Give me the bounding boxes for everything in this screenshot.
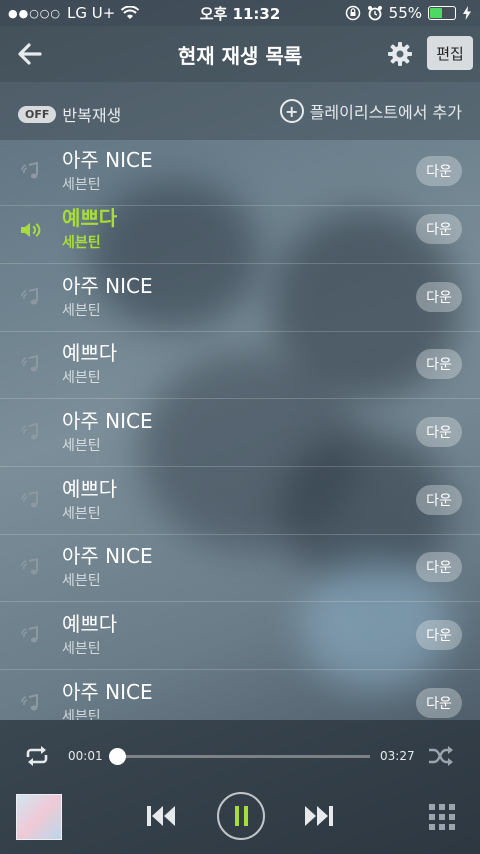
track-title: 아주 NICE [62, 680, 153, 704]
track-state-indicator [20, 557, 42, 578]
download-button[interactable]: 다운 [416, 485, 462, 515]
shuffle-button[interactable] [428, 745, 454, 767]
battery-percent: 55% [388, 4, 422, 22]
track-row[interactable]: 예쁘다세븐틴 다운 [0, 331, 480, 399]
options-bar: OFF 반복재생 + 플레이리스트에서 추가 [0, 82, 480, 140]
add-from-playlist-button[interactable]: + 플레이리스트에서 추가 [279, 99, 462, 123]
edit-button[interactable]: 편집 [427, 36, 473, 70]
track-title: 예쁘다 [62, 477, 118, 501]
download-button[interactable]: 다운 [416, 214, 462, 244]
track-state-indicator [20, 422, 42, 443]
album-art-thumbnail[interactable] [16, 794, 62, 840]
pause-icon [234, 806, 239, 826]
music-note-icon [21, 490, 38, 508]
track-state-indicator [20, 625, 42, 646]
track-row[interactable]: 예쁘다세븐틴 다운 [0, 196, 480, 264]
track-artist: 세븐틴 [62, 438, 101, 454]
track-state-indicator [20, 693, 42, 714]
player-bar: 00:01 03:27 [0, 720, 480, 854]
progress-knob[interactable] [109, 748, 127, 765]
music-note-icon [21, 422, 38, 440]
music-note-icon [21, 287, 38, 305]
track-artist: 세븐틴 [62, 641, 101, 657]
status-bar: ●●○○○ LG U+ 오후 11:32 55% [0, 0, 480, 26]
battery-icon [428, 6, 456, 20]
previous-button[interactable] [144, 800, 178, 832]
add-playlist-label: 플레이리스트에서 추가 [309, 103, 462, 122]
track-artist: 세븐틴 [62, 709, 101, 720]
track-title: 아주 NICE [62, 148, 153, 172]
battery-fill [430, 8, 443, 18]
track-row[interactable]: 아주 NICE 세븐틴 다운 [0, 264, 480, 332]
grid-menu-icon [429, 804, 455, 830]
settings-button[interactable] [384, 38, 416, 70]
track-title: 예쁘다 [62, 341, 118, 365]
track-artist: 세븐틴 [62, 573, 101, 589]
track-artist: 세븐틴 [62, 370, 101, 386]
download-button[interactable]: 다운 [416, 417, 462, 447]
download-button[interactable]: 다운 [416, 156, 462, 186]
pause-button[interactable] [217, 792, 265, 840]
track-artist: 세븐틴 [62, 235, 101, 251]
download-button[interactable]: 다운 [416, 349, 462, 379]
track-title: 예쁘다 [62, 612, 118, 636]
repeat-label: 반복재생 [62, 106, 122, 125]
rotation-lock-icon [345, 5, 360, 21]
alarm-icon [367, 6, 382, 21]
track-title: 아주 NICE [62, 544, 153, 568]
total-time: 03:27 [380, 749, 415, 763]
progress-bar[interactable] [109, 748, 370, 765]
status-right: 55% [345, 4, 472, 22]
current-time: 00:01 [68, 749, 103, 763]
repeat-icon [26, 746, 48, 766]
track-state-indicator [20, 161, 42, 182]
track-title: 예쁘다 [62, 206, 118, 230]
music-note-icon [21, 557, 38, 575]
track-row[interactable]: 예쁘다세븐틴 다운 [0, 602, 480, 670]
download-button[interactable]: 다운 [416, 688, 462, 718]
repeat-button[interactable] [22, 744, 52, 768]
gear-icon [388, 42, 412, 66]
track-state-indicator [20, 490, 42, 511]
next-button[interactable] [302, 800, 336, 832]
download-button[interactable]: 다운 [416, 552, 462, 582]
track-state-indicator [20, 354, 42, 375]
plus-circle-icon: + [279, 99, 304, 123]
skip-next-icon [305, 806, 333, 826]
track-row[interactable]: 아주 NICE 세븐틴 다운 [0, 399, 480, 467]
track-row[interactable]: 예쁘다세븐틴 다운 [0, 467, 480, 535]
track-artist: 세븐틴 [62, 303, 101, 319]
skip-previous-icon [147, 806, 175, 826]
track-list[interactable]: 아주 NICE 세븐틴 다운 예쁘다 세븐틴 다운 아주 NICE 세븐틴 다운 예쁘다 세븐틴 다운… [0, 140, 480, 720]
track-row[interactable]: 아주 NICE 세븐틴 다운 [0, 534, 480, 602]
music-note-icon [21, 161, 38, 179]
charging-icon [463, 6, 471, 20]
track-title: 아주 NICE [62, 409, 153, 433]
track-state-indicator [20, 287, 42, 308]
pause-icon [243, 806, 248, 826]
download-button[interactable]: 다운 [416, 282, 462, 312]
track-artist: 세븐틴 [62, 506, 101, 522]
music-note-icon [21, 354, 38, 372]
menu-grid-button[interactable] [428, 803, 456, 831]
repeat-toggle[interactable]: OFF 반복재생 [18, 102, 121, 126]
header-bar: 현재 재생 목록 편집 [0, 26, 480, 82]
repeat-state-pill: OFF [18, 105, 57, 123]
speaker-playing-icon [21, 223, 41, 237]
music-note-icon [21, 625, 38, 643]
track-title: 아주 NICE [62, 274, 153, 298]
track-artist: 세븐틴 [62, 177, 101, 193]
music-note-icon [21, 693, 38, 711]
download-button[interactable]: 다운 [416, 620, 462, 650]
now-playing-indicator [20, 220, 42, 240]
shuffle-icon [429, 746, 453, 766]
track-row[interactable]: 아주 NICE 세븐틴 다운 [0, 670, 480, 720]
